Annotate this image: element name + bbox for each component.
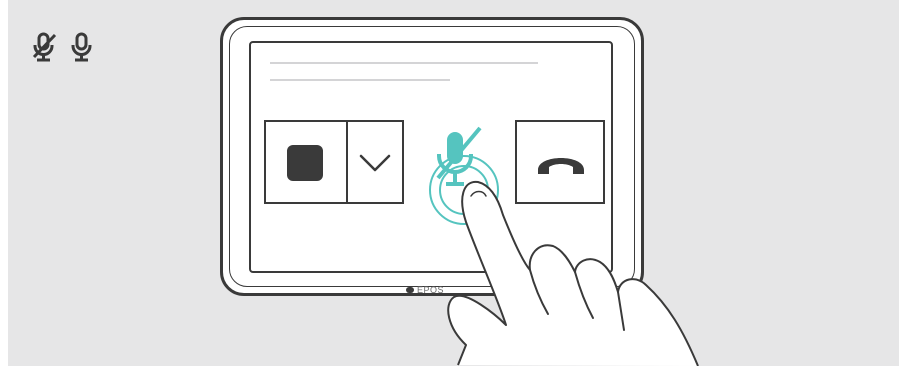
illustration-canvas: EPOS <box>8 0 899 366</box>
hand-pointer-icon <box>447 180 699 366</box>
